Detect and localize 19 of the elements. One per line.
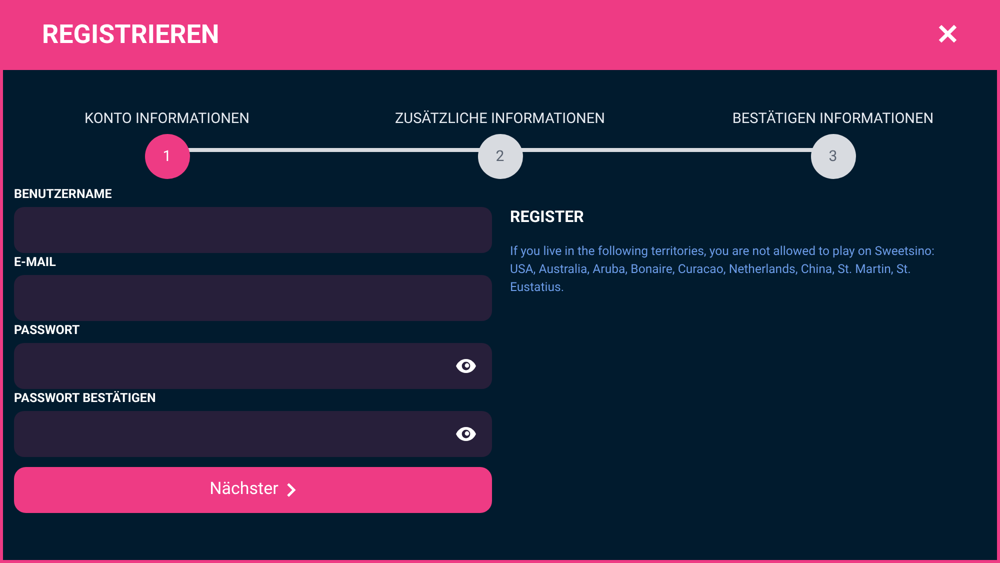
step-label: KONTO INFORMATIONEN	[84, 109, 250, 129]
input-field[interactable]	[14, 410, 492, 457]
field-label: PASSWORT	[14, 322, 81, 340]
chevron-right-icon	[286, 482, 296, 498]
field-label: PASSWORT BESTÄTIGEN	[14, 390, 157, 408]
step-label: BESTÄTIGEN INFORMATIONEN	[732, 109, 934, 129]
eye-icon[interactable]	[455, 426, 477, 442]
info-text: If you live in the following territories, you are not allowed to play on Sweetsino: USA, Australia, Aruba, Bonaire, Curacao, Netherlands, China, St. Martin, St. Eustatius.	[510, 244, 936, 297]
step-label: ZUSÄTZLICHE INFORMATIONEN	[394, 109, 605, 129]
input-field[interactable]	[14, 206, 492, 253]
eye-icon[interactable]	[455, 358, 477, 374]
close-button[interactable]: ✕	[936, 21, 959, 49]
input-field[interactable]	[14, 342, 492, 389]
field-label: E-MAIL	[14, 254, 57, 272]
info-heading: REGISTER	[510, 206, 585, 228]
dialog-title: REGISTRIEREN	[42, 18, 220, 52]
next-button[interactable]: Nächster	[14, 466, 492, 513]
input-field[interactable]	[14, 274, 492, 321]
field-label: BENUTZERNAME	[14, 186, 113, 204]
